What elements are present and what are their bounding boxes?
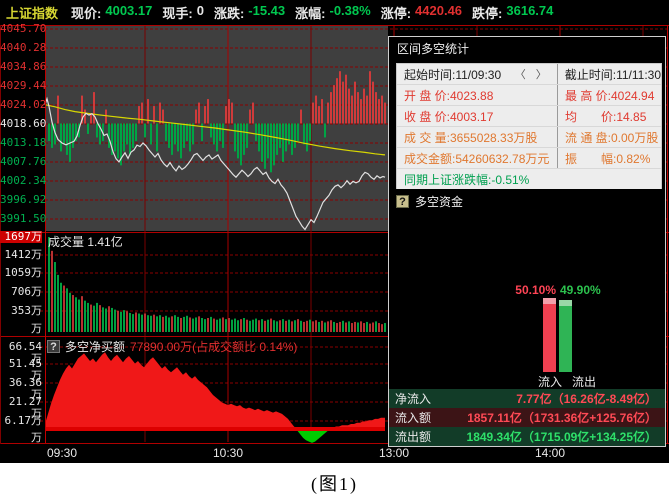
quote-terminal: 上证指数 现价:4003.17 现手:0 涨跌:-15.43 涨幅:-0.38% 涨停:…: [0, 0, 669, 463]
axis-tick-label: 4007.76: [0, 156, 42, 168]
fund-flow-row: 净流入7.77亿（16.26亿-8.49亿）: [389, 389, 665, 408]
axis-tick-label: 1697万: [0, 231, 42, 243]
axis-tick-label: 4013.18: [0, 137, 42, 149]
inflow-percent: 50.10%: [507, 283, 556, 297]
stats-row: 成 交 量:3655028.33万股流 通 盘:0.00万股: [397, 127, 661, 148]
stats-cell: 流 通 盘:0.00万股: [557, 127, 661, 147]
fund-flow-rows: 净流入7.77亿（16.26亿-8.49亿）流入额1857.11亿（1731.3…: [389, 389, 665, 446]
outflow-percent: 49.90%: [560, 283, 601, 297]
stats-cell: 起始时间:11/09:30〈〉: [397, 64, 557, 84]
stats-cell: 截止时间:11/11:30: [557, 64, 661, 84]
range-next-button[interactable]: 〉: [534, 66, 549, 82]
stats-cell: 最 高 价:4024.94: [557, 85, 661, 105]
volume-section-label: 成交量 1.41亿: [48, 233, 123, 250]
funds-section: ? 多空资金 50.10% 49.90% 流入 流出 净流入7.77亿（16.2…: [389, 189, 665, 446]
panel-title: 区间多空统计: [389, 37, 665, 61]
fund-flow-row: 流入额1857.11亿（1731.36亿+125.76亿）: [389, 408, 665, 427]
stats-row: 起始时间:11/09:30〈〉截止时间:11/11:30: [397, 64, 661, 85]
help-icon[interactable]: ?: [47, 340, 60, 353]
axis-tick-label: 4034.86: [0, 61, 42, 73]
netbuy-value: 77890.00万(占成交额比 0.14%): [130, 338, 297, 355]
time-tick-label: 13:00: [379, 446, 409, 460]
axis-tick-label: 3991.50: [0, 213, 42, 225]
interval-stats-table: 起始时间:11/09:30〈〉截止时间:11/11:30开 盘 价:4023.8…: [396, 63, 662, 190]
outflow-bar: [559, 300, 572, 372]
range-prev-button[interactable]: 〈: [513, 66, 528, 82]
quote-field: 跌停:3616.74: [472, 3, 553, 22]
stats-row: 同期上证涨跌幅:-0.51%: [397, 169, 661, 189]
quote-field: 涨跌:-15.43: [214, 3, 285, 22]
stats-cell: 开 盘 价:4023.88: [397, 85, 557, 105]
stats-row: 开 盘 价:4023.88最 高 价:4024.94: [397, 85, 661, 106]
axis-tick-label: 4002.34: [0, 175, 42, 187]
time-tick-label: 10:30: [213, 446, 243, 460]
quote-field: 现价:4003.17: [71, 3, 152, 22]
axis-tick-label: 万: [0, 432, 42, 444]
quote-fields: 现价:4003.17 现手:0 涨跌:-15.43 涨幅:-0.38% 涨停:4420.…: [71, 3, 553, 22]
quote-field: 涨幅:-0.38%: [295, 3, 371, 22]
stats-cell: 均 价:14.85: [557, 106, 661, 126]
axis-tick-label: 4018.60: [0, 118, 42, 130]
inflow-bar-label: 流入: [538, 373, 562, 390]
volume-label: 成交量 1.41亿: [48, 233, 123, 250]
stats-cell: 成 交 量:3655028.33万股: [397, 127, 557, 147]
axis-tick-label: 1059万: [0, 267, 42, 279]
stats-cell: 振 幅:0.82%: [557, 148, 661, 168]
fund-flow-row: 流出额1849.34亿（1715.09亿+134.25亿）: [389, 427, 665, 446]
stats-cell: 同期上证涨跌幅:-0.51%: [397, 169, 661, 189]
funds-header: ? 多空资金: [396, 193, 463, 210]
axis-tick-label: 3996.92: [0, 194, 42, 206]
stats-cell: 成交金额:54260632.78万元: [397, 148, 557, 168]
figure-caption: (图1): [311, 470, 358, 496]
interval-stats-panel: 区间多空统计 起始时间:11/09:30〈〉截止时间:11/11:30开 盘 价…: [388, 36, 666, 447]
figure-footer: (图1): [0, 463, 669, 502]
inflow-bar: [543, 298, 556, 372]
axis-tick-label: 6.17万: [0, 415, 42, 427]
time-tick-label: 14:00: [535, 446, 565, 460]
axis-tick-label: 4029.44: [0, 80, 42, 92]
axis-tick-label: 1412万: [0, 249, 42, 261]
quote-header: 上证指数 现价:4003.17 现手:0 涨跌:-15.43 涨幅:-0.38% 涨停:…: [0, 0, 669, 25]
time-tick-label: 09:30: [47, 446, 77, 460]
stats-row: 成交金额:54260632.78万元振 幅:0.82%: [397, 148, 661, 169]
index-name: 上证指数: [6, 3, 58, 22]
axis-tick-label: 4024.02: [0, 99, 42, 111]
outflow-bar-label: 流出: [572, 373, 596, 390]
quote-field: 现手:0: [162, 3, 204, 22]
quote-field: 涨停:4420.46: [381, 3, 462, 22]
netbuy-section-label: ? 多空净买额 77890.00万(占成交额比 0.14%): [47, 338, 297, 355]
axis-tick-label: 353万: [0, 305, 42, 317]
stats-cell: 收 盘 价:4003.17: [397, 106, 557, 126]
app-window: 上证指数 现价:4003.17 现手:0 涨跌:-15.43 涨幅:-0.38% 涨停:…: [0, 0, 669, 502]
axis-tick-label: 万: [0, 323, 42, 335]
funds-title: 多空资金: [415, 193, 463, 210]
help-icon[interactable]: ?: [396, 195, 409, 208]
axis-tick-label: 706万: [0, 286, 42, 298]
stats-row: 收 盘 价:4003.17均 价:14.85: [397, 106, 661, 127]
axis-tick-label: 4040.28: [0, 42, 42, 54]
netbuy-label: 多空净买额: [65, 338, 125, 355]
